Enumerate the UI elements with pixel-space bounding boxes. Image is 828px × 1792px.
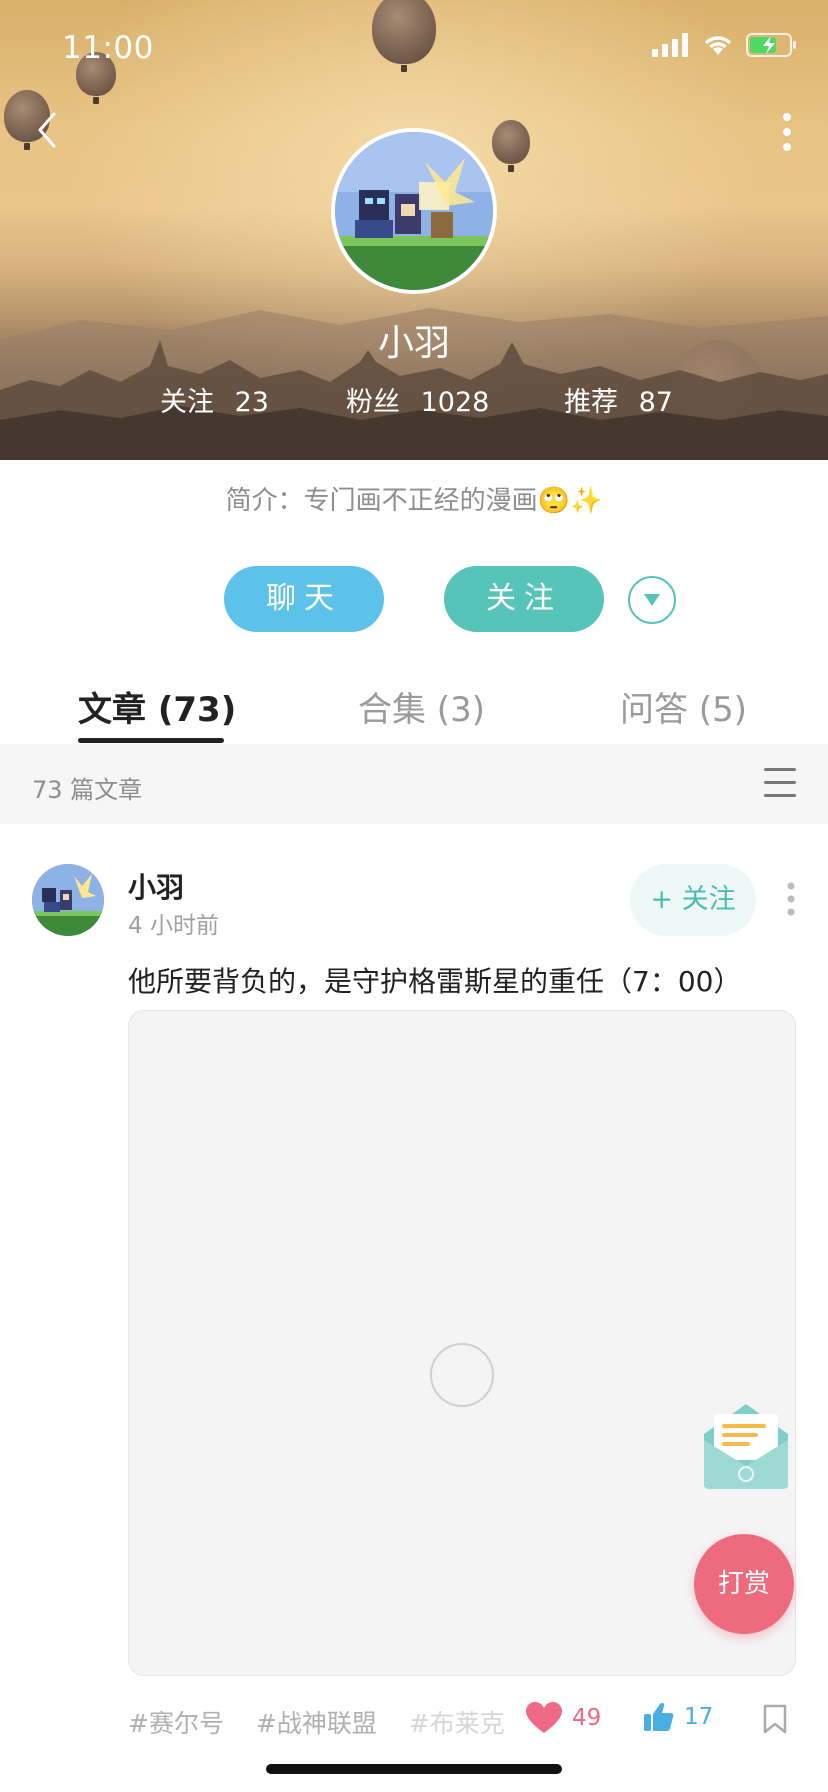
like-count: 49 [572, 1705, 602, 1731]
thumbs-up-icon [644, 1702, 674, 1731]
bookmark-button[interactable] [762, 1704, 788, 1734]
chat-button[interactable]: 聊天 [224, 566, 384, 632]
tab-articles[interactable]: 文章 (73) [78, 682, 236, 731]
chevron-left-icon [38, 112, 56, 148]
tag-link[interactable]: #布莱克 [409, 1709, 505, 1738]
avatar-image [32, 864, 104, 936]
stat-label: 关注 [160, 387, 214, 418]
profile-avatar[interactable] [331, 128, 497, 294]
heart-icon [526, 1702, 562, 1733]
balloon-image [492, 120, 530, 172]
status-time: 11:00 [62, 30, 154, 66]
stat-recommend[interactable]: 推荐 87 [564, 380, 673, 419]
post-author-avatar[interactable] [32, 864, 104, 936]
thumbs-up-button[interactable]: 17 [644, 1702, 713, 1732]
tab-qa[interactable]: 问答 (5) [620, 682, 747, 731]
active-tab-indicator [78, 738, 224, 743]
vertical-dots-icon [787, 882, 795, 916]
triangle-down-icon [644, 594, 660, 606]
avatar-image [335, 132, 493, 290]
profile-stats: 关注 23 粉丝 1028 推荐 87 [0, 380, 828, 420]
bookmark-icon [763, 1704, 787, 1734]
tab-collections[interactable]: 合集 (3) [358, 682, 485, 731]
profile-nickname: 小羽 [377, 323, 450, 364]
follow-options-button[interactable] [628, 576, 676, 624]
post-follow-button[interactable]: + 关注 [630, 864, 756, 936]
message-envelope-button[interactable] [700, 1400, 792, 1492]
profile-bio: 简介：专门画不正经的漫画🙄✨ [225, 486, 603, 516]
signal-icon [652, 33, 688, 57]
stat-value: 1028 [420, 387, 490, 418]
stat-following[interactable]: 关注 23 [160, 380, 269, 419]
thumbs-up-count: 17 [684, 1704, 714, 1730]
stat-label: 推荐 [564, 387, 618, 418]
post-time: 4 小时前 [128, 913, 219, 939]
article-list-header: 73 篇文章 [0, 744, 828, 824]
status-icons [652, 32, 798, 58]
tag-link[interactable]: #战神联盟 [256, 1709, 377, 1738]
battery-charging-icon [746, 33, 796, 57]
stat-label: 粉丝 [346, 387, 400, 418]
list-menu-icon[interactable] [764, 768, 796, 798]
post-more-button[interactable] [786, 882, 796, 916]
stat-value: 23 [234, 387, 269, 418]
vertical-dots-icon [783, 113, 791, 151]
more-menu-button[interactable] [780, 112, 794, 152]
envelope-icon [704, 1404, 788, 1489]
post-tags: #赛尔号 #战神联盟 #布莱克 [128, 1704, 529, 1740]
post-author-name[interactable]: 小羽 [128, 866, 184, 906]
stat-fans[interactable]: 粉丝 1028 [346, 380, 489, 419]
wifi-icon [704, 36, 732, 55]
balloon-image [372, 0, 436, 72]
post-title[interactable]: 他所要背负的，是守护格雷斯星的重任（7：00） [128, 960, 741, 1000]
article-count: 73 篇文章 [32, 776, 143, 804]
loading-spinner-icon [430, 1343, 494, 1407]
tag-link[interactable]: #赛尔号 [128, 1709, 224, 1738]
like-button[interactable]: 49 [526, 1702, 601, 1734]
home-indicator[interactable] [266, 1764, 562, 1774]
stat-value: 87 [638, 387, 673, 418]
follow-button[interactable]: 关注 [444, 566, 604, 632]
back-button[interactable] [30, 110, 66, 150]
reward-button[interactable]: 打赏 [694, 1534, 794, 1634]
